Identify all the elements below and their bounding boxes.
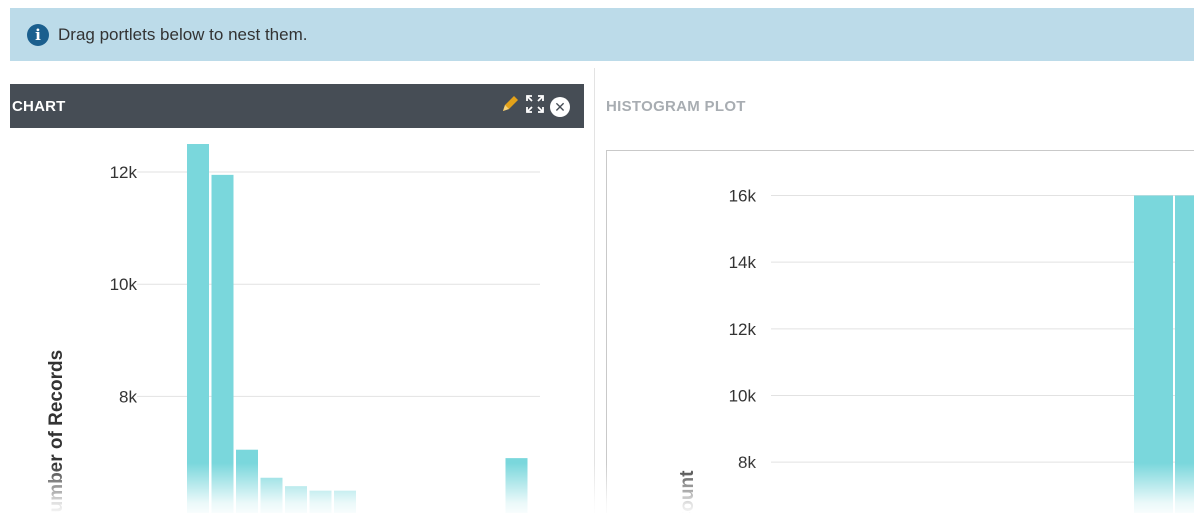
portlet-divider — [594, 68, 595, 513]
chart-bar — [187, 144, 209, 513]
left-bar-chart: 12k 10k 8k Number of Records — [46, 144, 540, 513]
portlet-title: HISTOGRAM PLOT — [606, 98, 746, 115]
chart-portlet-header[interactable]: CHART ✕ — [10, 84, 584, 128]
y-tick-label: 8k — [119, 387, 137, 406]
histogram-bar-chart: 16k 14k 12k 10k 8k Count — [677, 187, 1194, 513]
portlet-toolbar: ✕ — [494, 94, 570, 119]
y-tick-label: 10k — [729, 387, 757, 406]
y-tick-label: 10k — [110, 275, 138, 294]
y-tick-label: 14k — [729, 253, 757, 272]
chart-bar — [260, 477, 283, 513]
dashboard-page: i Drag portlets below to nest them. CHAR… — [0, 0, 1194, 513]
chart-bar — [309, 490, 332, 513]
portlet-title: CHART — [12, 97, 66, 115]
chart-bar — [211, 174, 234, 513]
chart-bar — [285, 486, 307, 513]
edit-icon[interactable] — [500, 94, 520, 119]
y-tick-label: 12k — [729, 320, 757, 339]
chart-bar — [1175, 195, 1194, 513]
y-axis-label: Number of Records — [46, 350, 67, 513]
expand-icon[interactable] — [526, 95, 544, 118]
close-icon[interactable]: ✕ — [550, 96, 570, 117]
chart-bar — [236, 449, 258, 513]
info-icon: i — [27, 23, 49, 46]
y-axis-label: Count — [677, 470, 698, 513]
chart-bar — [334, 490, 356, 513]
chart-bar — [505, 458, 528, 513]
info-banner: i Drag portlets below to nest them. — [10, 8, 1194, 61]
chart-portlet[interactable]: CHART ✕ 12k 10k 8k Number of Records — [10, 84, 584, 513]
banner-message: Drag portlets below to nest them. — [58, 24, 308, 44]
chart-bar — [1134, 195, 1173, 513]
y-tick-label: 8k — [738, 453, 756, 472]
histogram-portlet[interactable]: HISTOGRAM PLOT 16k 14k 12k 10k 8k Count — [596, 84, 1194, 513]
y-tick-label: 12k — [110, 163, 138, 182]
y-tick-label: 16k — [729, 187, 757, 206]
